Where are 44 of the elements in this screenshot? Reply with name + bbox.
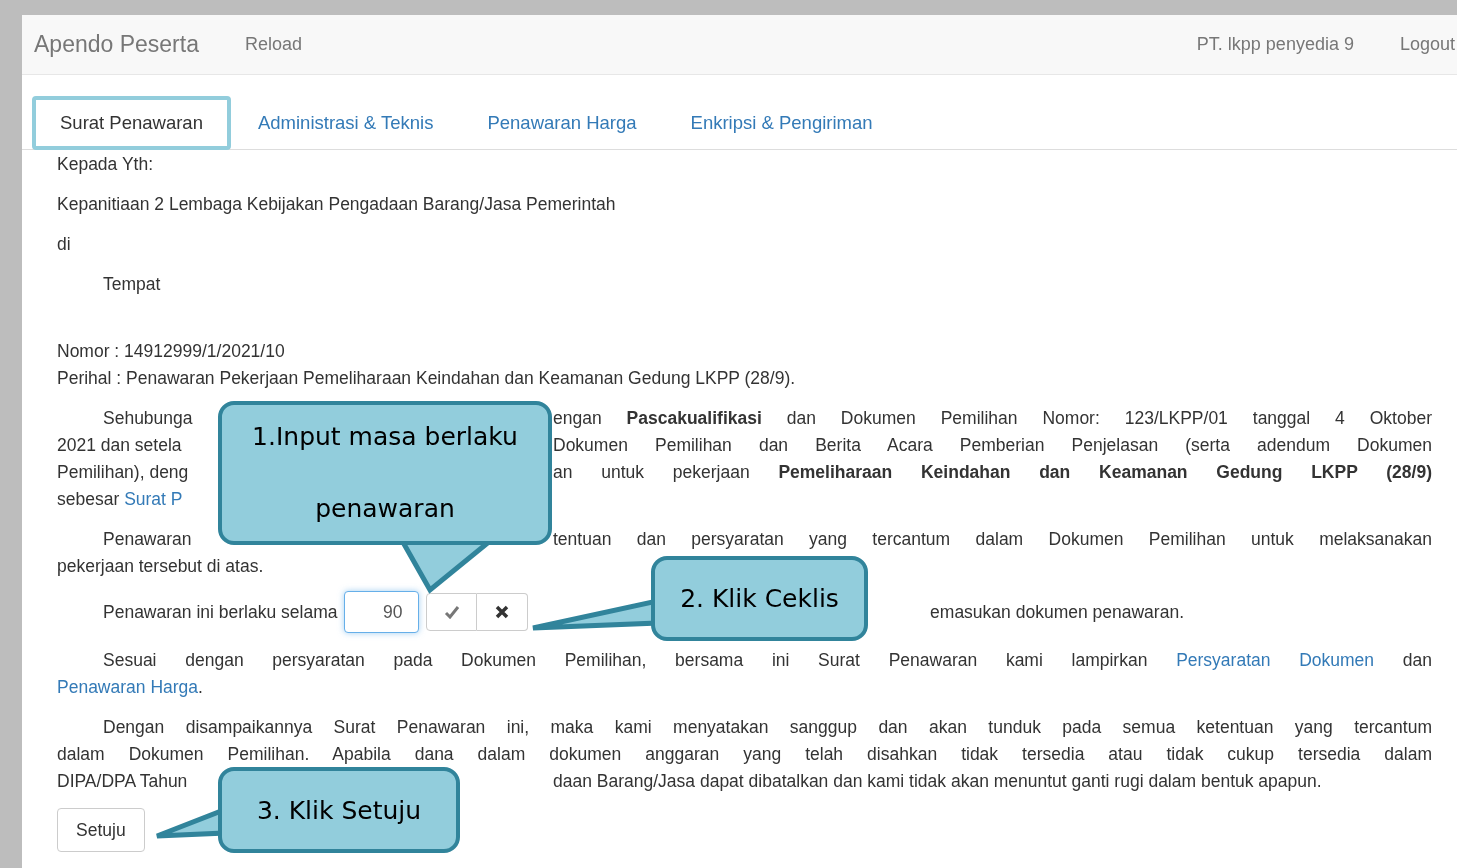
letter-text: Dokumen Pemilihan dan Berita Acara Pemberian Penjelasan (serta adendum Dokumen — [553, 435, 1432, 455]
letter-text: an untuk pekerjaan Pemeliharaan Keindahan dan Keamanan Gedung LKPP (28/9) — [553, 462, 1432, 482]
letter-text: Sehubunga — [103, 407, 193, 430]
logout-link[interactable]: Logout — [1399, 34, 1455, 55]
confirm-button[interactable] — [426, 593, 478, 631]
address-text: di — [57, 233, 72, 256]
link[interactable]: Persyaratan Dokumen — [1176, 650, 1375, 670]
letter-text: dalam Dokumen Pemilihan. Apabila dana dalam dokumen anggaran yang telah disahkan tidak tersedia atau tidak cukup tersedia dalam — [57, 744, 1432, 764]
link[interactable]: Surat P — [124, 489, 183, 509]
letter-text: . — [198, 677, 203, 697]
tab[interactable]: Administrasi & Teknis — [230, 96, 461, 149]
letter-text: Pemilihan), deng — [57, 461, 189, 484]
letter-text: daan Barang/Jasa dapat dibatalkan dan kami tidak akan menuntut ganti rugi dalam bentuk apapun. — [553, 771, 1322, 791]
agree-button[interactable]: Setuju — [57, 808, 145, 852]
tab[interactable]: Surat Penawaran — [32, 96, 231, 150]
letter-text: Dengan disampaikannya Surat Penawaran ini, maka kami menyatakan sanggup dan akan tunduk pada semua ketentuan yang tercantum — [103, 717, 1432, 737]
place-text: Tempat — [102, 273, 162, 296]
cancel-button[interactable] — [477, 593, 529, 631]
checkmark-icon — [443, 605, 460, 619]
validity-text: emasukan dokumen penawaran. — [930, 601, 1184, 623]
letter-text: Sesuai dengan persyaratan pada Dokumen Pemilihan, bersama ini Surat Penawaran kami lampirkan — [103, 650, 1149, 670]
callout: 3. Klik Setuju — [218, 767, 460, 853]
letter-text: DIPA/DPA Tahun — [57, 770, 188, 793]
close-icon — [495, 605, 510, 619]
callout: 2. Klik Ceklis — [651, 556, 868, 641]
subject-text: Nomor : 14912999/1/2021/10 — [57, 340, 286, 363]
letter-text: dan — [1401, 650, 1432, 670]
link[interactable]: Penawaran Harga — [57, 677, 199, 697]
letter-text: tentuan dan persyaratan yang tercantum dalam Dokumen Pemilihan untuk melaksanakan — [553, 529, 1432, 549]
letter-text: sebesar — [57, 489, 121, 509]
letter-text: 2021 dan setela — [57, 434, 182, 457]
address-text: Kepada Yth: — [57, 153, 154, 176]
reload-link[interactable]: Reload — [244, 34, 302, 55]
validity-label: Penawaran ini berlaku selama — [103, 601, 338, 623]
brand-link[interactable]: Apendo Peserta — [34, 31, 199, 58]
user-link[interactable]: PT. lkpp penyedia 9 — [1196, 34, 1354, 55]
address-text: Kepanitiaan 2 Lembaga Kebijakan Pengadaan Barang/Jasa Pemerintah — [57, 193, 617, 216]
days-input-field[interactable]: 90 — [344, 591, 420, 633]
tab[interactable]: Penawaran Harga — [460, 96, 664, 149]
letter-text: Penawaran — [103, 528, 192, 551]
letter-text: pekerjaan tersebut di atas. — [57, 556, 264, 576]
letter-text: engan Pascakualifikasi dan Dokumen Pemilihan Nomor: 123/LKPP/01 tanggal 4 Oktober — [553, 408, 1432, 428]
subject-text: Perihal : Penawaran Pekerjaan Pemeliharaan Keindahan dan Keamanan Gedung LKPP (28/9). — [57, 367, 797, 390]
tab[interactable]: Enkripsi & Pengiriman — [663, 96, 900, 149]
